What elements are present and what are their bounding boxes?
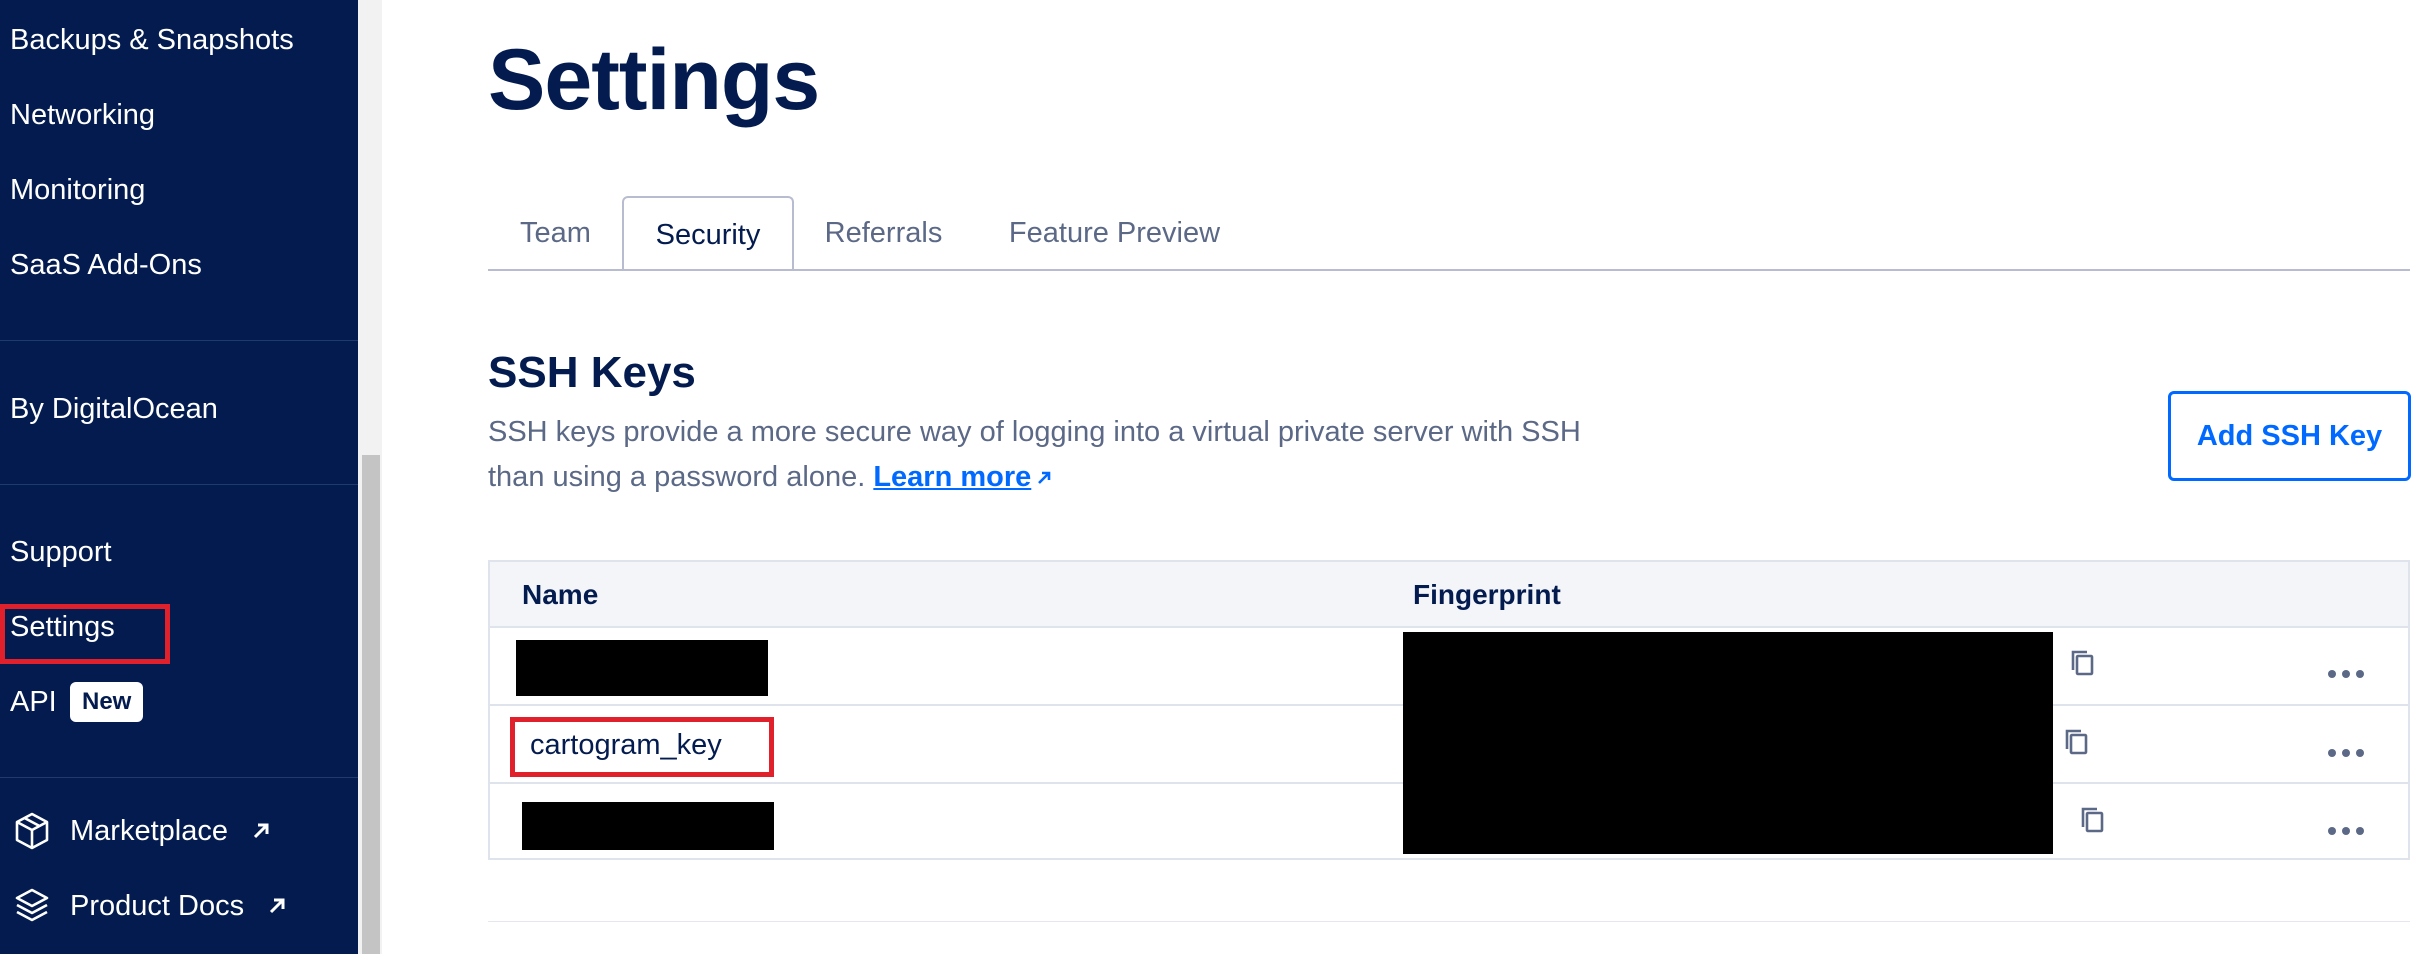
tab-feature-preview[interactable]: Feature Preview <box>992 196 1237 271</box>
sidebar-item-monitoring[interactable]: Monitoring <box>10 172 145 208</box>
redacted-fingerprints <box>1403 632 2053 854</box>
sidebar-scrollbar-thumb[interactable] <box>362 455 380 954</box>
sidebar-divider <box>0 777 358 778</box>
copy-icon[interactable] <box>2066 646 2100 680</box>
more-options-icon[interactable] <box>2326 825 2366 837</box>
page-title: Settings <box>488 32 820 128</box>
settings-highlight-box <box>0 604 170 664</box>
sidebar-item-by-digitalocean[interactable]: By DigitalOcean <box>10 391 218 427</box>
external-link-icon <box>1038 472 1051 485</box>
new-badge: New <box>70 682 144 722</box>
sidebar-divider <box>0 340 358 341</box>
sidebar-item-saas-add-ons[interactable]: SaaS Add-Ons <box>10 247 202 283</box>
sidebar-item-product-docs[interactable]: Product Docs <box>70 888 244 924</box>
tab-referrals[interactable]: Referrals <box>806 196 961 271</box>
sidebar-item-networking[interactable]: Networking <box>10 97 155 133</box>
sidebar-divider <box>0 484 358 485</box>
sidebar-item-backups-snapshots[interactable]: Backups & Snapshots <box>10 22 294 58</box>
sidebar-item-api[interactable]: API <box>10 684 57 720</box>
column-header-fingerprint: Fingerprint <box>1413 579 1561 610</box>
copy-icon[interactable] <box>2076 803 2110 837</box>
cube-icon <box>15 812 49 850</box>
column-header-name: Name <box>522 579 599 610</box>
ssh-keys-description: SSH keys provide a more secure way of lo… <box>488 410 1638 500</box>
external-link-icon <box>253 823 269 839</box>
more-options-icon[interactable] <box>2326 747 2366 759</box>
sidebar: Backups & Snapshots Networking Monitorin… <box>0 0 358 954</box>
cartogram-key-highlight-box <box>510 717 774 777</box>
ssh-keys-table: Name Fingerprint cartogram_key <box>488 560 2410 860</box>
sidebar-item-support[interactable]: Support <box>10 534 112 570</box>
tabs-underline <box>488 269 2410 271</box>
sidebar-item-marketplace[interactable]: Marketplace <box>70 813 228 849</box>
add-ssh-key-button[interactable]: Add SSH Key <box>2168 391 2411 481</box>
ssh-keys-heading: SSH Keys <box>488 348 696 397</box>
redacted-key-name <box>516 640 768 696</box>
learn-more-link[interactable]: Learn more <box>873 461 1031 493</box>
more-options-icon[interactable] <box>2326 668 2366 680</box>
section-divider <box>488 921 2410 922</box>
table-header: Name Fingerprint <box>490 562 2408 628</box>
layers-icon <box>15 888 49 922</box>
tab-team[interactable]: Team <box>488 196 623 271</box>
copy-icon[interactable] <box>2060 725 2094 759</box>
tab-security[interactable]: Security <box>622 196 794 271</box>
external-link-icon <box>269 898 285 914</box>
redacted-key-name <box>522 802 774 850</box>
